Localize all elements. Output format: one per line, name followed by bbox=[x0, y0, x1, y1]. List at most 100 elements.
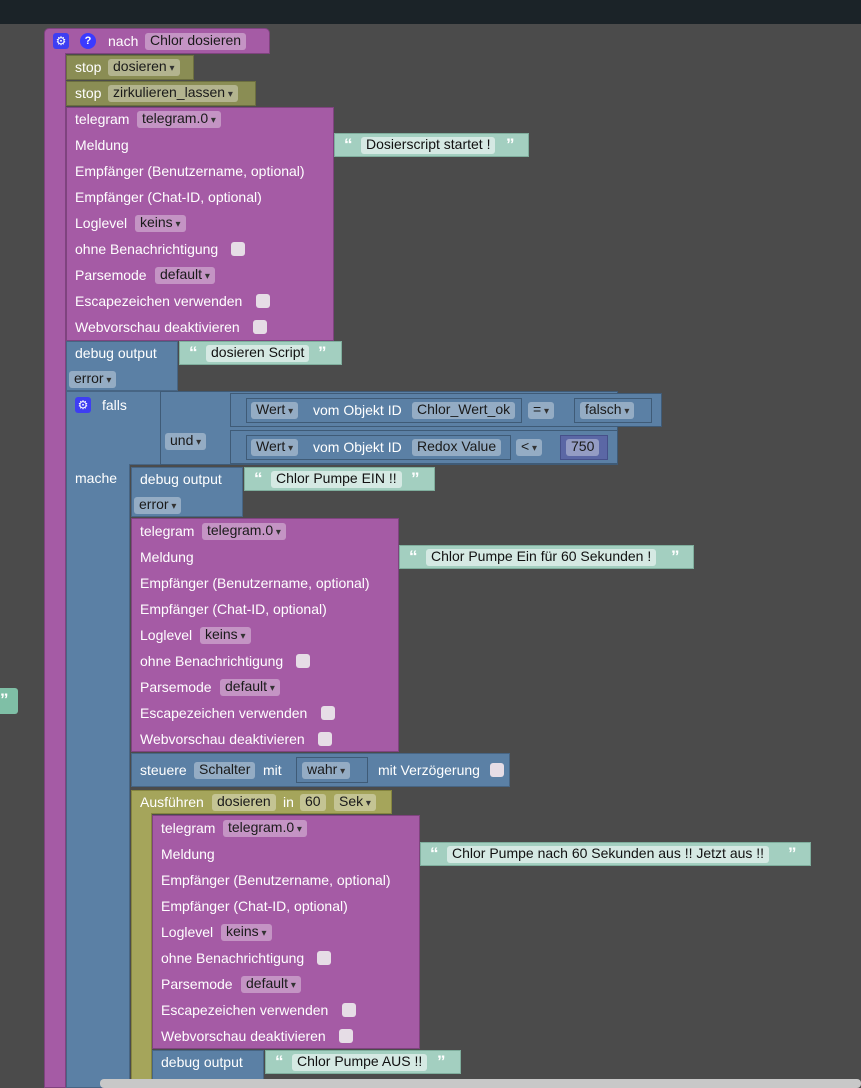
help-icon[interactable]: ? bbox=[80, 33, 96, 49]
ohne-label: ohne Benachrichtigung bbox=[161, 950, 305, 966]
cond1-prop-dropdown[interactable]: Wert bbox=[251, 402, 299, 419]
ohne-checkbox[interactable] bbox=[231, 242, 245, 256]
quote-open-icon: “ bbox=[344, 135, 353, 154]
event-name-field[interactable]: Chlor dosieren bbox=[145, 33, 247, 50]
escape-checkbox[interactable] bbox=[321, 706, 335, 720]
ohne-label: ohne Benachrichtigung bbox=[75, 241, 219, 257]
loglevel-dropdown[interactable]: keins bbox=[200, 627, 251, 644]
message-field-2[interactable]: Chlor Pumpe Ein für 60 Sekunden ! bbox=[426, 549, 657, 566]
debug-text-field-3[interactable]: Chlor Pumpe AUS !! bbox=[292, 1054, 428, 1071]
cond2-prop-dropdown[interactable]: Wert bbox=[251, 439, 299, 456]
parsemode-label: Parsemode bbox=[75, 267, 147, 283]
if-block-spine bbox=[66, 464, 130, 1088]
cond1-mid-label: vom Objekt ID bbox=[313, 402, 402, 418]
debug-label-2: debug output bbox=[140, 471, 222, 487]
gear-icon[interactable]: ⚙ bbox=[53, 33, 69, 49]
timeout-name-field[interactable]: dosieren bbox=[212, 794, 276, 811]
stop-label-1: stop bbox=[75, 59, 102, 75]
telegram-instance-dropdown[interactable]: telegram.0 bbox=[137, 111, 221, 128]
quote-close-icon: ” bbox=[788, 844, 797, 863]
message-field-3[interactable]: Chlor Pumpe nach 60 Sekunden aus !! Jetz… bbox=[447, 846, 770, 863]
control-delay-label: mit Verzögerung bbox=[378, 762, 480, 778]
empf-chat-label: Empfänger (Chat-ID, optional) bbox=[161, 898, 348, 914]
timeout-label: Ausführen bbox=[140, 794, 204, 810]
control-delay-checkbox[interactable] bbox=[490, 763, 504, 777]
stop-label-2: stop bbox=[75, 85, 102, 101]
empf-chat-label: Empfänger (Chat-ID, optional) bbox=[140, 601, 327, 617]
and-operator-dropdown[interactable]: und bbox=[165, 433, 207, 450]
webvorschau-label: Webvorschau deaktivieren bbox=[161, 1028, 326, 1044]
quote-open-icon: “ bbox=[189, 343, 198, 362]
loglevel-label: Loglevel bbox=[161, 924, 214, 940]
cond2-object-id-field[interactable]: Redox Value bbox=[412, 439, 502, 456]
webvorschau-checkbox[interactable] bbox=[318, 732, 332, 746]
webvorschau-label: Webvorschau deaktivieren bbox=[140, 731, 305, 747]
control-value-dropdown[interactable]: wahr bbox=[302, 762, 351, 779]
escape-label: Escapezeichen verwenden bbox=[75, 293, 243, 309]
quote-open-icon: “ bbox=[409, 547, 418, 566]
control-target-field[interactable]: Schalter bbox=[194, 762, 256, 779]
offscreen-string-block[interactable]: ” bbox=[0, 688, 18, 714]
parsemode-dropdown[interactable]: default bbox=[220, 679, 280, 696]
meldung-label: Meldung bbox=[161, 846, 215, 862]
debug-text-field-2[interactable]: Chlor Pumpe EIN !! bbox=[271, 471, 402, 488]
control-mit-label: mit bbox=[263, 762, 282, 778]
debug-level-dropdown-1[interactable]: error bbox=[69, 371, 117, 388]
quote-open-icon: “ bbox=[275, 1052, 284, 1071]
timeout-block-spine bbox=[131, 813, 152, 1088]
quote-close-icon: ” bbox=[318, 343, 327, 362]
event-block-spine bbox=[44, 53, 66, 1088]
webvorschau-checkbox[interactable] bbox=[339, 1029, 353, 1043]
empf-user-label: Empfänger (Benutzername, optional) bbox=[75, 163, 305, 179]
quote-close-icon: ” bbox=[411, 469, 420, 488]
cond2-operator-dropdown[interactable]: < bbox=[516, 439, 542, 456]
ohne-checkbox[interactable] bbox=[317, 951, 331, 965]
timeout-value-field[interactable]: 60 bbox=[300, 794, 326, 811]
cond1-object-id-field[interactable]: Chlor_Wert_ok bbox=[412, 402, 516, 419]
escape-checkbox[interactable] bbox=[256, 294, 270, 308]
timeout-in-label: in bbox=[283, 794, 294, 810]
timeout-unit-dropdown[interactable]: Sek bbox=[334, 794, 376, 811]
parsemode-label: Parsemode bbox=[161, 976, 233, 992]
cond2-value-field[interactable]: 750 bbox=[566, 439, 600, 456]
gear-icon[interactable]: ⚙ bbox=[75, 397, 91, 413]
message-field-1[interactable]: Dosierscript startet ! bbox=[361, 137, 496, 154]
webvorschau-label: Webvorschau deaktivieren bbox=[75, 319, 240, 335]
cond1-operator-dropdown[interactable]: = bbox=[528, 402, 554, 419]
debug-label-1: debug output bbox=[75, 345, 157, 361]
quote-close-icon: ” bbox=[506, 135, 515, 154]
escape-label: Escapezeichen verwenden bbox=[140, 705, 308, 721]
stop-target-dropdown-2[interactable]: zirkulieren_lassen bbox=[108, 85, 238, 102]
falls-label: falls bbox=[102, 397, 127, 413]
quote-open-icon: “ bbox=[430, 844, 439, 863]
horizontal-scrollbar[interactable] bbox=[100, 1079, 861, 1088]
empf-user-label: Empfänger (Benutzername, optional) bbox=[161, 872, 391, 888]
top-bar bbox=[0, 0, 861, 24]
escape-label: Escapezeichen verwenden bbox=[161, 1002, 329, 1018]
parsemode-dropdown[interactable]: default bbox=[241, 976, 301, 993]
parsemode-dropdown[interactable]: default bbox=[155, 267, 215, 284]
webvorschau-checkbox[interactable] bbox=[253, 320, 267, 334]
debug-label-3: debug output bbox=[161, 1054, 243, 1070]
loglevel-dropdown[interactable]: keins bbox=[135, 215, 186, 232]
empf-user-label: Empfänger (Benutzername, optional) bbox=[140, 575, 370, 591]
escape-checkbox[interactable] bbox=[342, 1003, 356, 1017]
ohne-label: ohne Benachrichtigung bbox=[140, 653, 284, 669]
debug-text-field-1[interactable]: dosieren Script bbox=[206, 345, 310, 362]
stop-target-dropdown-1[interactable]: dosieren bbox=[108, 59, 180, 76]
debug-level-dropdown-2[interactable]: error bbox=[134, 497, 182, 514]
quote-open-icon: “ bbox=[254, 469, 263, 488]
mache-label: mache bbox=[75, 470, 118, 486]
loglevel-label: Loglevel bbox=[75, 215, 128, 231]
event-label: nach bbox=[108, 33, 139, 49]
cond1-value-dropdown[interactable]: falsch bbox=[580, 402, 635, 419]
ohne-checkbox[interactable] bbox=[296, 654, 310, 668]
loglevel-label: Loglevel bbox=[140, 627, 193, 643]
cond2-mid-label: vom Objekt ID bbox=[313, 439, 402, 455]
telegram-instance-dropdown[interactable]: telegram.0 bbox=[202, 523, 286, 540]
telegram-instance-dropdown[interactable]: telegram.0 bbox=[223, 820, 307, 837]
meldung-label: Meldung bbox=[75, 137, 129, 153]
telegram-label: telegram bbox=[140, 523, 195, 539]
telegram-label: telegram bbox=[161, 820, 216, 836]
loglevel-dropdown[interactable]: keins bbox=[221, 924, 272, 941]
